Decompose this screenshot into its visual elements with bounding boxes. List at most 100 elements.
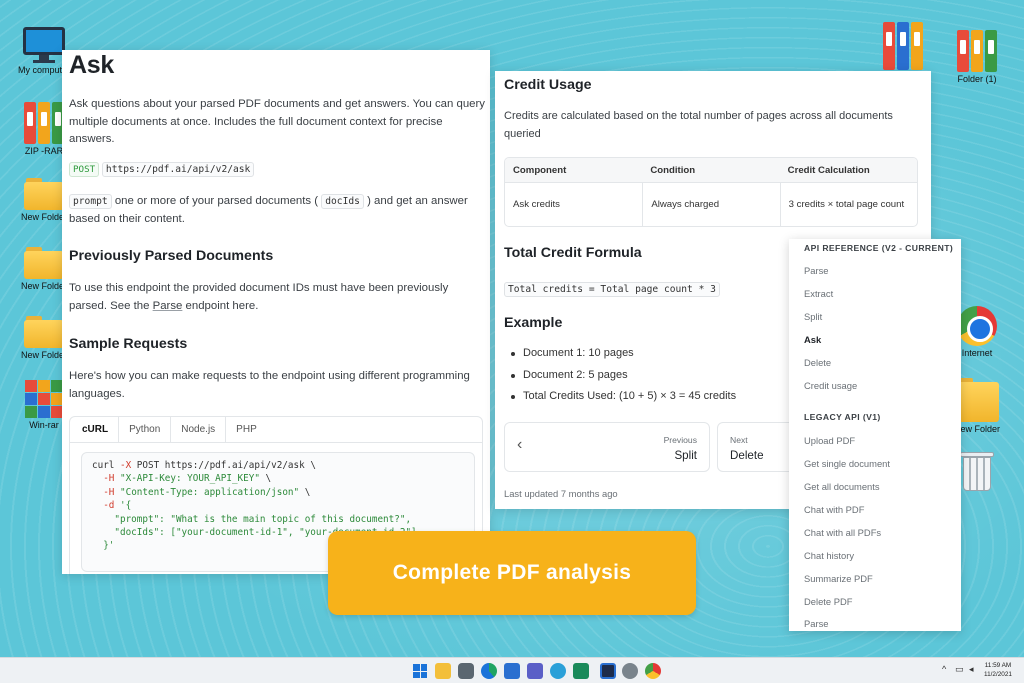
th-condition: Condition [650,164,696,176]
nav-item-extract[interactable]: Extract [804,288,833,299]
credit-desc: Credits are calculated based on the tota… [504,110,893,140]
list-item: Total Credits Used: (10 + 5) × 3 = 45 cr… [504,390,736,412]
param-text: prompt one or more of your parsed docume… [69,193,487,228]
th-credit-calculation: Credit Calculation [787,164,870,176]
code-line-4: -d '{ [103,500,132,512]
desktop-icon-folder-1[interactable]: Folder (1) [942,30,1012,84]
pdf-app-icon[interactable] [600,663,616,679]
nav-item-summarize-pdf[interactable]: Summarize PDF [804,573,873,584]
previous-text-a: To use this endpoint the provided docume… [69,282,449,312]
nav-item-get-single-document[interactable]: Get single document [804,458,890,469]
nav-item-credit-usage[interactable]: Credit usage [804,380,857,391]
banner-text: Complete PDF analysis [392,561,632,584]
method-badge: POST [69,162,100,177]
taskbar-clock[interactable]: 11:59 AM 11/2/2021 [984,661,1012,679]
clock-time: 11:59 AM [984,662,1012,669]
folder-icon [24,316,64,348]
endpoint-url[interactable]: https://pdf.ai/api/v2/ask [101,162,255,177]
td-component: Ask credits [513,199,560,210]
credit-table-header: Component Condition Credit Calculation [505,158,917,183]
edge-icon[interactable] [481,663,497,679]
file-explorer-icon[interactable] [435,663,451,679]
trash-icon [960,450,994,492]
nav-item-upload-pdf[interactable]: Upload PDF [804,435,855,446]
folder-icon [955,378,999,422]
nav-item-parse[interactable]: Parse [804,265,829,276]
previous-label: Previous [663,435,697,445]
desktop-icon-binders-top[interactable] [868,22,938,70]
code-line-2: -H "X-API-Key: YOUR_API_KEY" \ [103,473,272,485]
previous-text-b: endpoint here. [185,299,259,312]
formula-line: Total credits = Total page count * 3 [504,279,720,297]
formula-code: Total credits = Total page count * 3 [504,282,720,297]
previous-title: Split [674,449,697,462]
list-item: Document 2: 5 pages [504,369,736,391]
chrome-taskbar-icon[interactable] [645,663,661,679]
tab-php[interactable]: PHP [226,417,267,442]
example-list: Document 1: 10 pages Document 2: 5 pages… [504,347,736,412]
code-line-3: -H "Content-Type: application/json" \ [103,486,311,498]
gear-icon[interactable] [622,663,638,679]
formula-title: Total Credit Formula [504,245,642,261]
td-condition: Always charged [642,183,779,226]
nav-item-chat-with-all-pdfs[interactable]: Chat with all PDFs [804,527,881,538]
nav-item-split[interactable]: Split [804,311,822,322]
next-label: Next [730,435,748,445]
chevron-left-icon: ‹ [517,436,523,453]
section-previous-title: Previously Parsed Documents [69,248,274,264]
store-icon[interactable] [504,663,520,679]
chevron-up-icon[interactable]: ^ [942,664,946,674]
samples-text: Here's how you can make requests to the … [69,370,470,400]
taskbar: ^ ▭ ◂ 11:59 AM 11/2/2021 [0,657,1024,683]
parse-link[interactable]: Parse [153,300,183,312]
tab-nodejs[interactable]: Node.js [171,417,227,442]
archive-icon [881,22,925,70]
computer-icon [21,27,67,63]
tab-curl[interactable]: cURL [72,417,120,442]
winrar-icon [25,380,63,418]
code-line-1: curl -X POST https://pdf.ai/api/v2/ask \ [92,460,316,471]
td-credit-calculation: 3 credits × total page count [779,183,917,226]
code-line-5: "prompt": "What is the main topic of thi… [114,513,412,525]
previous-page-button[interactable]: ‹ Previous Split [504,422,710,472]
example-title: Example [504,315,563,331]
intro-text: Ask questions about your parsed PDF docu… [69,98,486,145]
doc-panel: Ask Ask questions about your parsed PDF … [62,50,490,574]
camera-icon[interactable] [458,663,474,679]
page-title: Ask [69,51,114,79]
nav-item-delete-pdf[interactable]: Delete PDF [804,596,852,607]
maps-icon[interactable] [573,663,589,679]
folder-icon [24,247,64,279]
teams-icon[interactable] [527,663,543,679]
nav-section-legacy: LEGACY API (V1) [804,412,881,422]
network-icon[interactable]: ▭ [955,664,964,675]
list-item: Document 1: 10 pages [504,347,736,369]
code-tabs: cURL Python Node.js PHP [70,417,482,443]
chrome-icon [957,306,997,346]
next-title: Delete [730,449,764,462]
clock-date: 11/2/2021 [984,671,1012,678]
archive-icon [22,102,66,144]
nav-item-chat-history[interactable]: Chat history [804,550,854,561]
credit-table: Component Condition Credit Calculation A… [504,157,918,227]
promo-banner: Complete PDF analysis [328,531,696,615]
nav-item-get-all-documents[interactable]: Get all documents [804,481,880,492]
nav-item-delete[interactable]: Delete [804,357,831,368]
tab-python[interactable]: Python [119,417,172,442]
start-icon[interactable] [412,663,428,679]
param-text-a: one or more of your parsed documents ( [114,195,319,207]
api-reference-nav: API REFERENCE (V2 - CURRENT) Parse Extra… [789,239,961,631]
nav-item-ask[interactable]: Ask [804,334,821,345]
photos-icon[interactable] [550,663,566,679]
credit-title: Credit Usage [504,77,592,93]
folder-icon [24,178,64,210]
volume-icon[interactable]: ◂ [969,664,974,675]
previous-text: To use this endpoint the provided docume… [69,280,487,315]
archive-icon [955,30,999,72]
desktop-icon-label: Folder (1) [957,74,997,84]
nav-item-legacy-parse[interactable]: Parse [804,618,829,629]
nav-item-chat-with-pdf[interactable]: Chat with PDF [804,504,864,515]
param-name: prompt [69,194,112,209]
last-updated: Last updated 7 months ago [504,488,618,499]
section-samples-title: Sample Requests [69,336,188,352]
